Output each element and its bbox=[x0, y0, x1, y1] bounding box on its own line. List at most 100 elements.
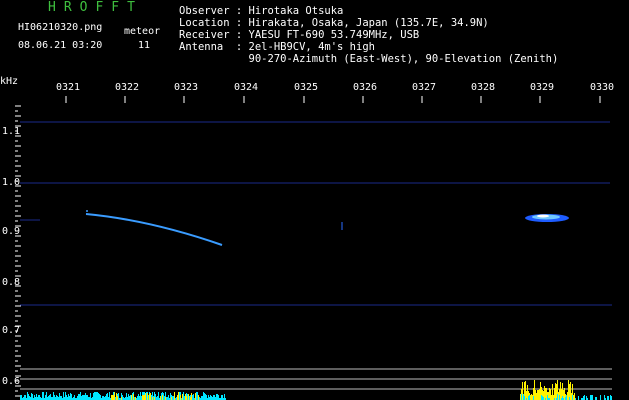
activity-bar bbox=[132, 393, 133, 400]
activity-bar bbox=[210, 395, 211, 400]
activity-bar bbox=[536, 393, 537, 400]
activity-bar bbox=[206, 395, 207, 400]
activity-bar bbox=[65, 392, 66, 400]
activity-bar bbox=[106, 394, 107, 400]
activity-bar bbox=[541, 395, 542, 400]
activity-bar bbox=[521, 394, 522, 400]
activity-bar bbox=[532, 395, 533, 400]
activity-bar bbox=[94, 392, 95, 400]
activity-bar bbox=[61, 396, 62, 400]
activity-bar bbox=[537, 390, 538, 400]
activity-bar bbox=[53, 392, 54, 400]
activity-bar bbox=[217, 394, 218, 400]
time-label: 0325 bbox=[294, 82, 318, 93]
activity-bar bbox=[39, 395, 40, 400]
activity-bar bbox=[222, 395, 223, 400]
activity-bar bbox=[71, 394, 72, 400]
activity-bar bbox=[198, 395, 199, 400]
activity-bar bbox=[551, 395, 552, 400]
activity-bar bbox=[90, 393, 91, 400]
activity-bar bbox=[559, 395, 560, 400]
activity-bar bbox=[172, 396, 173, 400]
activity-bar bbox=[564, 388, 565, 400]
activity-bar bbox=[60, 396, 61, 400]
activity-bar bbox=[59, 393, 60, 400]
activity-bar bbox=[36, 394, 37, 400]
activity-bar bbox=[149, 394, 150, 400]
activity-bar bbox=[608, 396, 609, 400]
activity-bar bbox=[97, 392, 98, 400]
time-axis: 0321 0322 0323 0324 0325 0326 0327 0328 … bbox=[56, 82, 614, 93]
activity-bar bbox=[197, 392, 198, 400]
activity-bar bbox=[204, 393, 205, 400]
activity-bar bbox=[20, 395, 21, 400]
activity-bar bbox=[604, 395, 605, 400]
activity-bar bbox=[56, 395, 57, 400]
activity-bar bbox=[600, 395, 601, 400]
activity-bar bbox=[151, 395, 152, 400]
activity-bar bbox=[525, 381, 526, 400]
activity-bar bbox=[96, 392, 97, 400]
activity-bar bbox=[566, 395, 567, 400]
activity-bar bbox=[186, 396, 187, 400]
activity-bar bbox=[208, 395, 209, 400]
activity-bar bbox=[117, 396, 118, 400]
activity-bar bbox=[522, 382, 523, 400]
activity-bar bbox=[144, 395, 145, 400]
activity-bar bbox=[100, 395, 101, 400]
activity-bar bbox=[146, 392, 147, 400]
activity-bar bbox=[139, 396, 140, 400]
activity-bar bbox=[118, 393, 119, 400]
activity-bar bbox=[107, 393, 108, 400]
activity-bar bbox=[113, 395, 114, 400]
activity-bar bbox=[170, 393, 171, 400]
activity-bar bbox=[570, 382, 571, 400]
activity-bar bbox=[153, 396, 154, 400]
activity-bar bbox=[530, 395, 531, 400]
activity-bar bbox=[21, 395, 22, 400]
activity-bar bbox=[185, 394, 186, 400]
time-label: 0328 bbox=[471, 82, 495, 93]
activity-bar bbox=[568, 380, 569, 400]
time-label: 0329 bbox=[530, 82, 554, 93]
activity-bar bbox=[182, 394, 183, 400]
activity-bar bbox=[539, 389, 540, 400]
activity-bar bbox=[74, 395, 75, 400]
activity-bar bbox=[160, 396, 161, 400]
activity-bar bbox=[556, 384, 557, 400]
activity-bar bbox=[86, 395, 87, 400]
activity-bar bbox=[116, 393, 117, 400]
activity-bar bbox=[42, 392, 43, 400]
time-label: 0326 bbox=[353, 82, 377, 93]
time-label: 0324 bbox=[234, 82, 258, 93]
activity-bar bbox=[32, 394, 33, 400]
activity-bar bbox=[31, 393, 32, 400]
activity-bar bbox=[524, 396, 525, 400]
activity-bar bbox=[547, 395, 548, 400]
activity-bar bbox=[29, 396, 30, 400]
activity-bar bbox=[130, 395, 131, 400]
activity-bar bbox=[189, 396, 190, 400]
activity-bar bbox=[221, 395, 222, 400]
activity-bar bbox=[557, 394, 558, 400]
activity-bar bbox=[133, 394, 134, 400]
activity-bar bbox=[578, 396, 579, 400]
activity-bar bbox=[573, 395, 574, 400]
activity-bar bbox=[572, 395, 573, 400]
reference-lines bbox=[20, 368, 612, 390]
activity-bar bbox=[586, 396, 587, 400]
activity-bar bbox=[49, 395, 50, 400]
activity-bar bbox=[527, 385, 528, 400]
activity-bar bbox=[218, 395, 219, 400]
activity-bar bbox=[109, 392, 110, 400]
activity-bar bbox=[161, 393, 162, 400]
activity-bar bbox=[148, 395, 149, 400]
activity-bar bbox=[168, 395, 169, 400]
activity-bar bbox=[155, 394, 156, 400]
activity-bar bbox=[195, 393, 196, 400]
activity-bar bbox=[147, 393, 148, 400]
time-label: 0330 bbox=[590, 82, 614, 93]
activity-bar bbox=[528, 396, 529, 400]
activity-bar bbox=[562, 396, 563, 400]
activity-bar bbox=[542, 396, 543, 400]
